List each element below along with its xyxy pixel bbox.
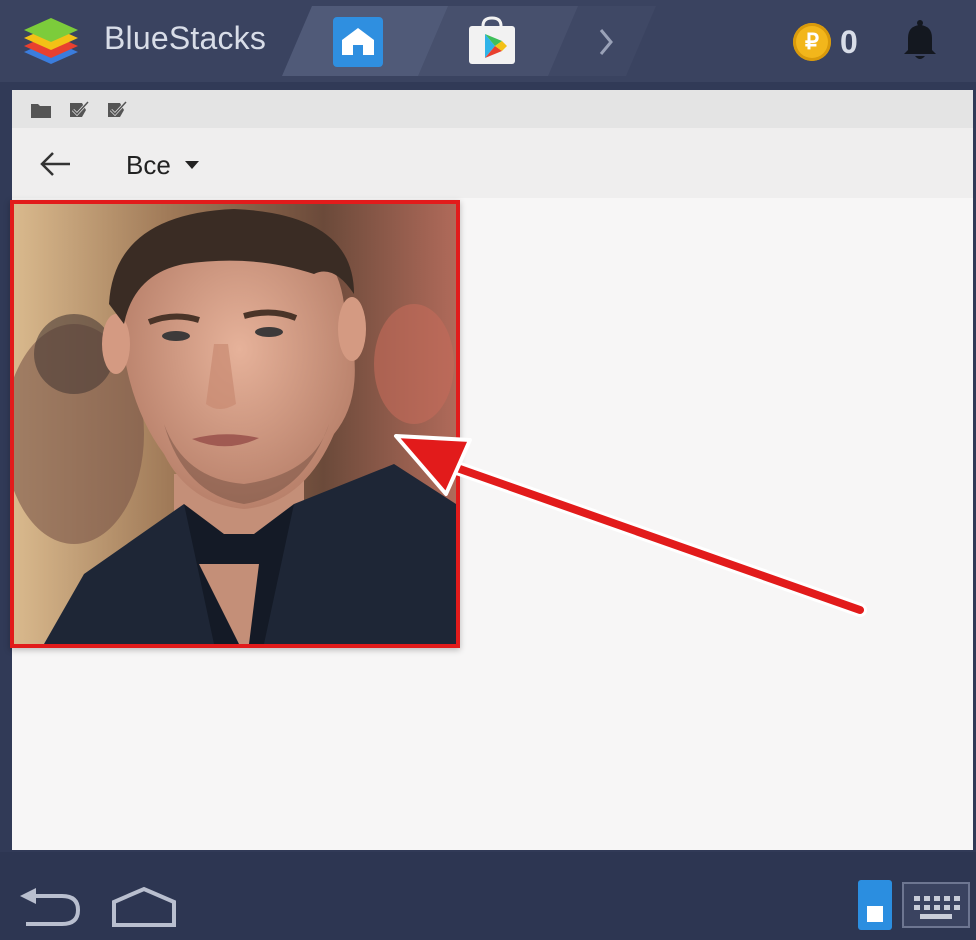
folder-icon bbox=[31, 104, 51, 118]
back-arrow-icon[interactable] bbox=[38, 150, 72, 178]
bell-icon[interactable] bbox=[900, 18, 940, 62]
status-bar bbox=[12, 90, 973, 128]
app-title: BlueStacks bbox=[104, 20, 267, 56]
play-store-icon[interactable] bbox=[465, 16, 519, 66]
filter-dropdown[interactable]: Все bbox=[126, 150, 171, 181]
phone-icon[interactable] bbox=[858, 880, 892, 930]
check-icon bbox=[108, 100, 128, 117]
bluestacks-logo-icon bbox=[24, 18, 78, 64]
back-icon[interactable] bbox=[18, 888, 82, 928]
coin-count: 0 bbox=[840, 24, 858, 60]
check-icon bbox=[70, 100, 90, 117]
keyboard-icon[interactable] bbox=[902, 882, 970, 928]
app-toolbar: Все bbox=[12, 128, 973, 198]
coin-icon: ₽ bbox=[793, 23, 831, 61]
caret-down-icon[interactable] bbox=[185, 161, 199, 169]
home-icon[interactable] bbox=[333, 17, 383, 67]
annotation-arrow bbox=[394, 434, 867, 617]
home-outline-icon[interactable] bbox=[110, 886, 178, 928]
chevron-right-icon[interactable] bbox=[596, 26, 616, 58]
